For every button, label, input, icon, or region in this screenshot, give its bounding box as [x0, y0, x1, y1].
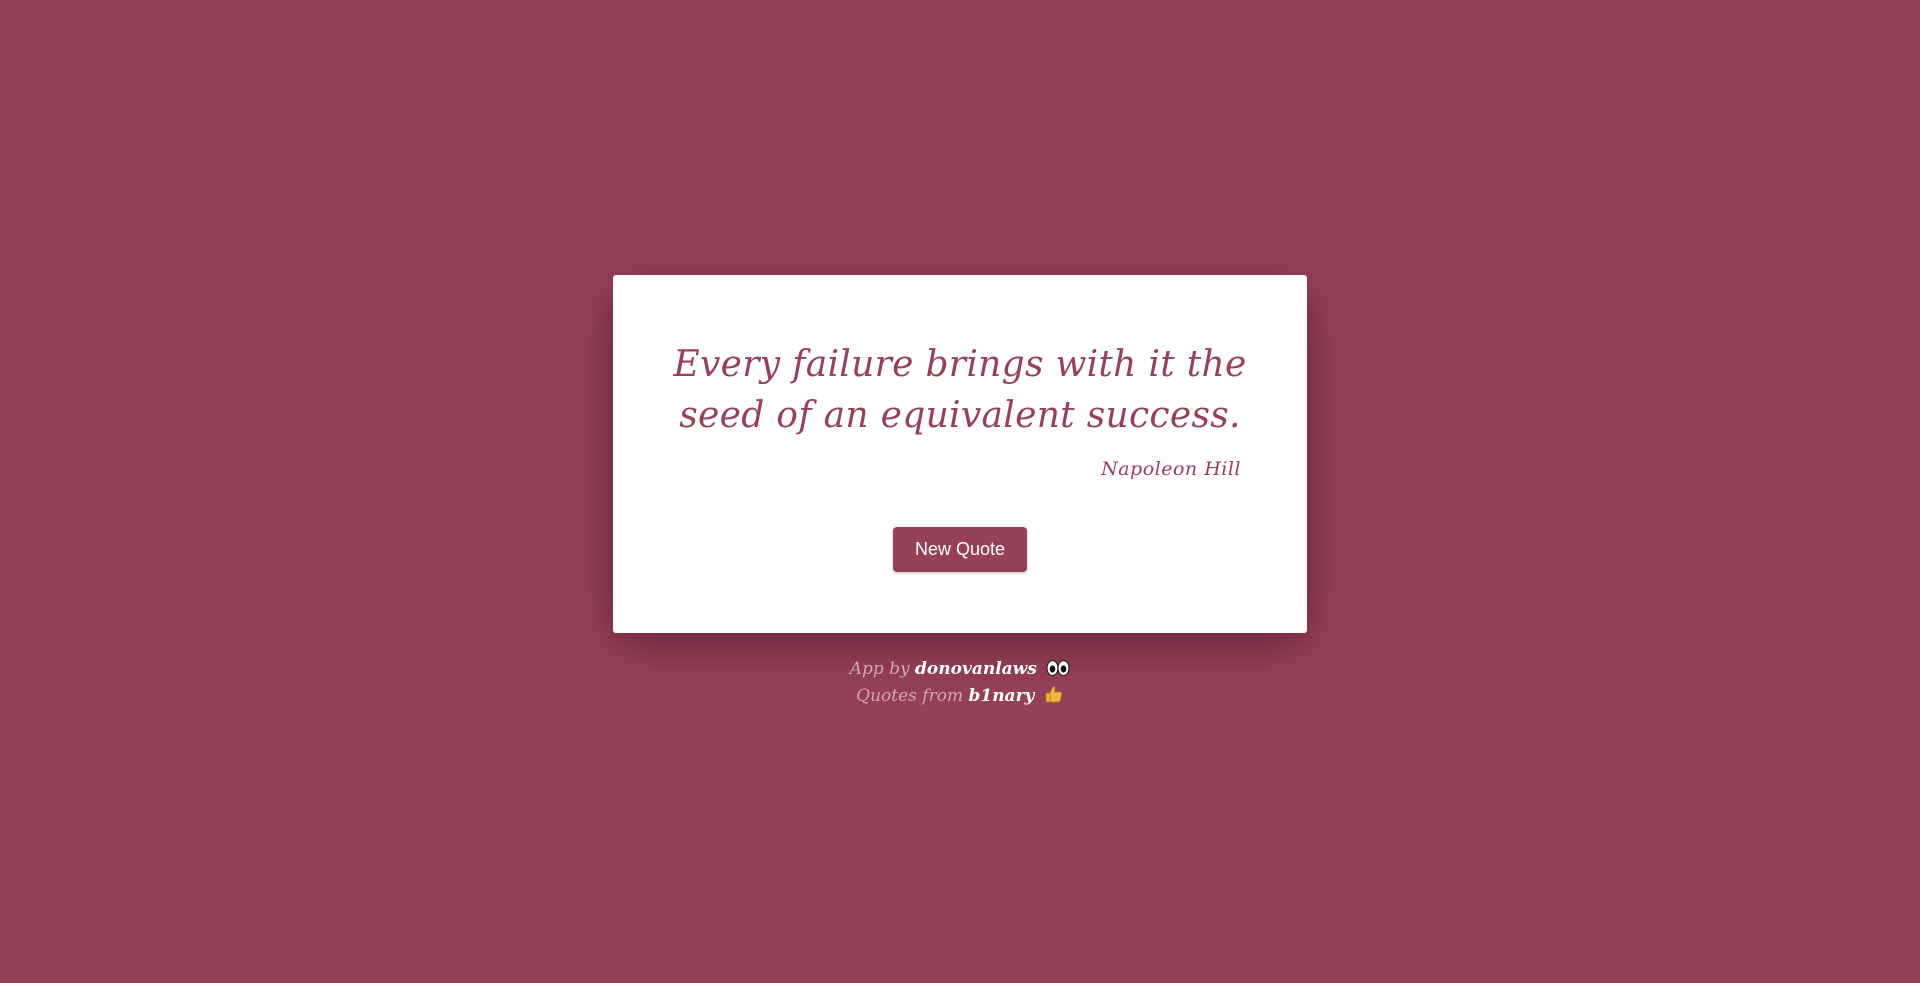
footer-source-line: Quotes from b1nary: [0, 683, 1920, 710]
quote-box: Every failure brings with it the seed of…: [613, 275, 1307, 633]
author-link[interactable]: donovanlaws: [915, 659, 1037, 679]
quotes-source-link[interactable]: b1nary: [968, 686, 1034, 706]
quotes-from-label: Quotes from: [856, 686, 964, 706]
app-by-label: App by: [849, 659, 910, 679]
footer-credit-line: App by donovanlaws: [0, 656, 1920, 683]
quote-author: Napoleon Hill: [1101, 458, 1241, 480]
thumbs-up-icon: [1045, 686, 1062, 703]
footer: App by donovanlaws Quotes from b1nary: [0, 656, 1920, 710]
quote-text: Every failure brings with it the seed of…: [673, 344, 1247, 436]
eyes-icon: [1046, 659, 1070, 677]
new-quote-button[interactable]: New Quote: [893, 527, 1027, 572]
